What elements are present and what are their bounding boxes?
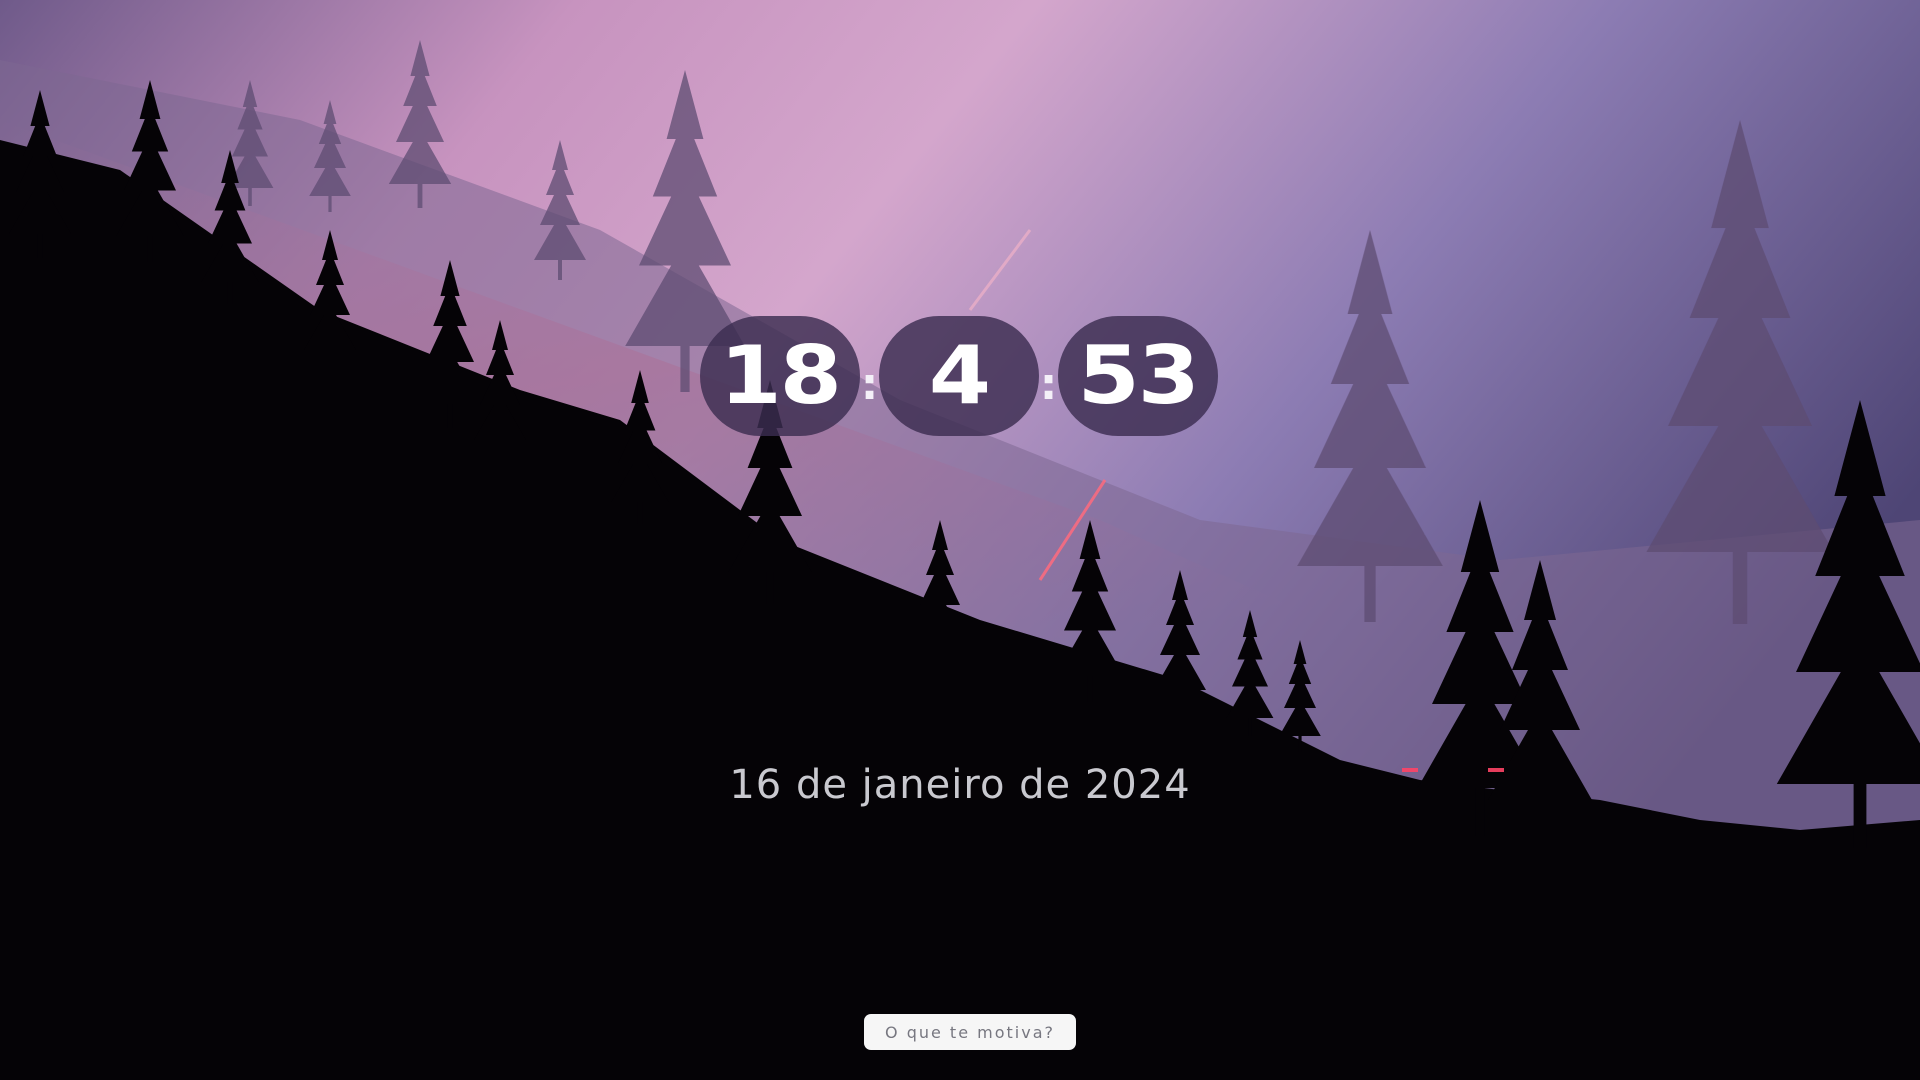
minutes-pill: 4	[879, 316, 1039, 436]
hours-pill: 18	[700, 316, 860, 436]
clock-seconds: 53	[1077, 329, 1200, 422]
seconds-pill: 53	[1058, 316, 1218, 436]
clock-separator: :	[1039, 359, 1058, 410]
wallpaper-image	[0, 0, 1920, 1080]
clock: 18 : 4 : 53	[700, 316, 1220, 436]
motivation-button[interactable]: O que te motiva?	[864, 1014, 1076, 1050]
desktop-screen: 18 : 4 : 53 16 de janeiro de 2024 O que …	[0, 0, 1920, 1080]
clock-separator: :	[860, 359, 879, 410]
clock-hours: 18	[719, 329, 842, 422]
date-label: 16 de janeiro de 2024	[729, 762, 1191, 808]
clock-minutes: 4	[928, 329, 991, 422]
